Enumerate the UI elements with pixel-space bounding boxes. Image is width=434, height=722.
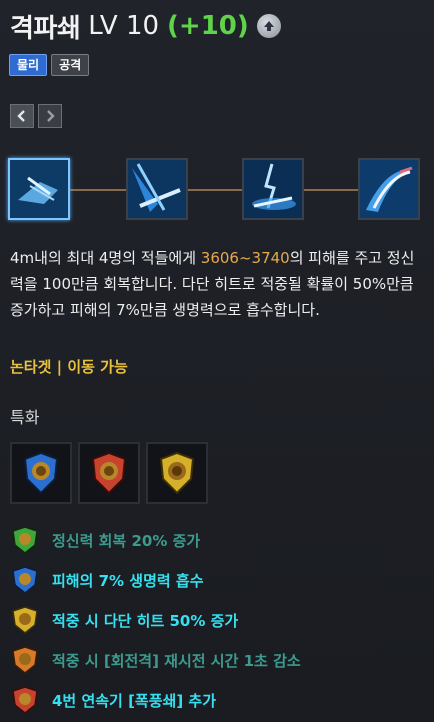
crescent-slash-icon <box>360 160 418 218</box>
tripod-icon-1[interactable] <box>8 158 70 220</box>
effect-text-4: 적중 시 [회전격] 재시전 시간 1초 감소 <box>52 651 301 670</box>
tripod-connector-line <box>48 189 378 191</box>
effect-text-5: 4번 연속기 [폭풍쇄] 추가 <box>52 691 217 710</box>
tripod-icons <box>8 158 420 222</box>
prev-arrow-button[interactable] <box>10 104 34 128</box>
effect-row-1: 정신력 회복 20% 증가 <box>10 520 424 560</box>
yellow-gem-icon <box>12 606 38 634</box>
skill-level-bonus: (+10) <box>167 11 249 41</box>
skill-tags: 물리 공격 <box>9 54 90 76</box>
blue-gem-icon <box>23 451 59 495</box>
effect-row-2: 피해의 7% 생명력 흡수 <box>10 560 424 600</box>
tag-attack: 공격 <box>51 54 90 76</box>
tripod-icon-2[interactable] <box>126 158 188 220</box>
effect-row-3: 적중 시 다단 히트 50% 증가 <box>10 600 424 640</box>
skill-info: 논타겟 | 이동 가능 <box>10 358 128 376</box>
tripod-icon-4[interactable] <box>358 158 420 220</box>
effect-text-2: 피해의 7% 생명력 흡수 <box>52 571 204 590</box>
specialization-heading: 특화 <box>10 408 40 427</box>
green-gem-icon <box>12 526 38 554</box>
specialization-effects: 정신력 회복 20% 증가 피해의 7% 생명력 흡수 적중 시 다단 히트 5… <box>10 520 424 720</box>
effect-text-1: 정신력 회복 20% 증가 <box>52 531 201 550</box>
skill-name: 격파쇄 <box>10 13 81 44</box>
gem-slot-yellow[interactable] <box>146 442 208 504</box>
gem-slot-red[interactable] <box>78 442 140 504</box>
yellow-gem-icon <box>159 451 195 495</box>
effect-text-3: 적중 시 다단 히트 50% 증가 <box>52 611 239 630</box>
red-gem-icon <box>12 686 38 714</box>
gem-slots <box>10 442 208 504</box>
description-text-1: 4m내의 최대 4명의 적들에게 <box>10 249 201 267</box>
red-gem-icon <box>91 451 127 495</box>
level-up-icon[interactable] <box>256 14 281 38</box>
blue-slash-icon <box>128 160 186 218</box>
blue-strike-icon <box>10 160 68 218</box>
skill-description: 4m내의 최대 4명의 적들에게 3606~3740의 피해를 주고 정신력을 … <box>10 245 424 323</box>
skill-level: LV 10 <box>88 11 160 41</box>
gem-slot-blue[interactable] <box>10 442 72 504</box>
chevron-right-icon <box>47 110 55 122</box>
effect-row-4: 적중 시 [회전격] 재시전 시간 1초 감소 <box>10 640 424 680</box>
skill-title: 격파쇄 LV 10 (+10) <box>10 6 281 46</box>
orange-gem-icon <box>12 646 38 674</box>
blue-gem-icon <box>12 566 38 594</box>
tripod-nav <box>10 104 62 128</box>
skill-tooltip-panel: 격파쇄 LV 10 (+10) 물리 공격 4m내의 최대 4명의 적들에게 3… <box>0 0 434 722</box>
effect-row-5: 4번 연속기 [폭풍쇄] 추가 <box>10 680 424 720</box>
next-arrow-button[interactable] <box>38 104 62 128</box>
damage-range: 3606~3740 <box>200 249 290 267</box>
tripod-icon-3[interactable] <box>242 158 304 220</box>
tag-physical: 물리 <box>9 54 48 76</box>
lightning-icon <box>244 160 302 218</box>
chevron-left-icon <box>17 110 25 122</box>
